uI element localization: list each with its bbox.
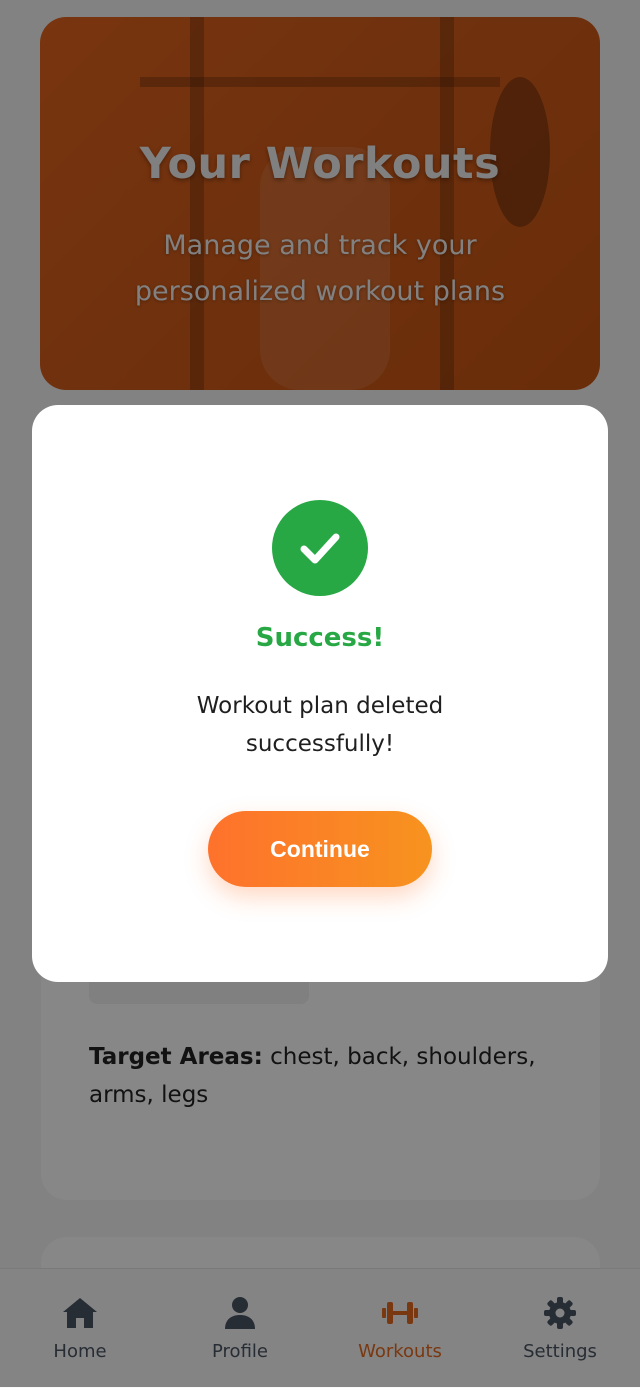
modal-message: Workout plan deleted successfully!	[196, 693, 444, 757]
check-icon	[300, 533, 340, 564]
modal-title: Success!	[255, 623, 385, 653]
success-modal: Success! Workout plan deleted successful…	[32, 405, 608, 982]
success-check-circle	[272, 500, 368, 596]
continue-button[interactable]: Continue	[208, 811, 432, 887]
